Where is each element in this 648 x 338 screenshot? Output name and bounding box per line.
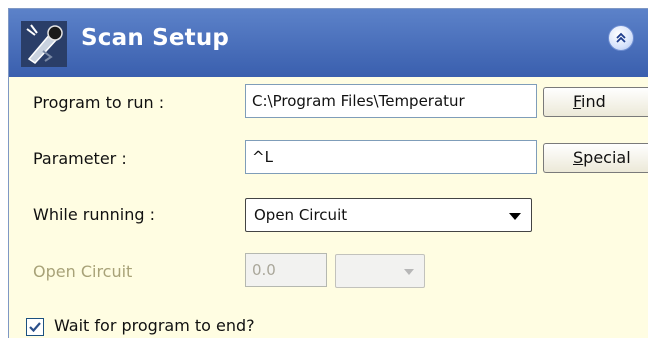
open-circuit-label: Open Circuit <box>33 262 133 281</box>
checkmark-icon <box>29 322 41 333</box>
wait-checkbox[interactable] <box>26 318 44 336</box>
special-button[interactable]: Special <box>543 143 648 173</box>
panel-title: Scan Setup <box>81 25 230 51</box>
while-running-select[interactable]: Open Circuit <box>245 198 532 232</box>
while-running-label: While running : <box>33 205 155 224</box>
dropdown-arrow-icon <box>509 213 521 220</box>
collapse-button[interactable] <box>608 25 634 51</box>
open-circuit-value-input[interactable]: 0.0 <box>245 253 327 287</box>
program-label: Program to run : <box>33 93 165 112</box>
parameter-label: Parameter : <box>33 149 127 168</box>
double-chevron-up-icon <box>616 32 626 43</box>
parameter-input[interactable]: ^L <box>245 140 537 174</box>
dropdown-arrow-icon <box>404 269 414 275</box>
scan-setup-panel: Scan Setup Program to run : C:\Program F… <box>8 8 648 338</box>
program-input[interactable]: C:\Program Files\Temperatur <box>245 84 537 118</box>
while-running-value: Open Circuit <box>254 206 348 224</box>
find-button[interactable]: Find <box>543 87 648 117</box>
panel-header[interactable]: Scan Setup <box>9 9 648 77</box>
wait-checkbox-label[interactable]: Wait for program to end? <box>54 316 255 335</box>
scan-tool-icon <box>21 21 67 67</box>
open-circuit-unit-select[interactable] <box>335 254 425 288</box>
